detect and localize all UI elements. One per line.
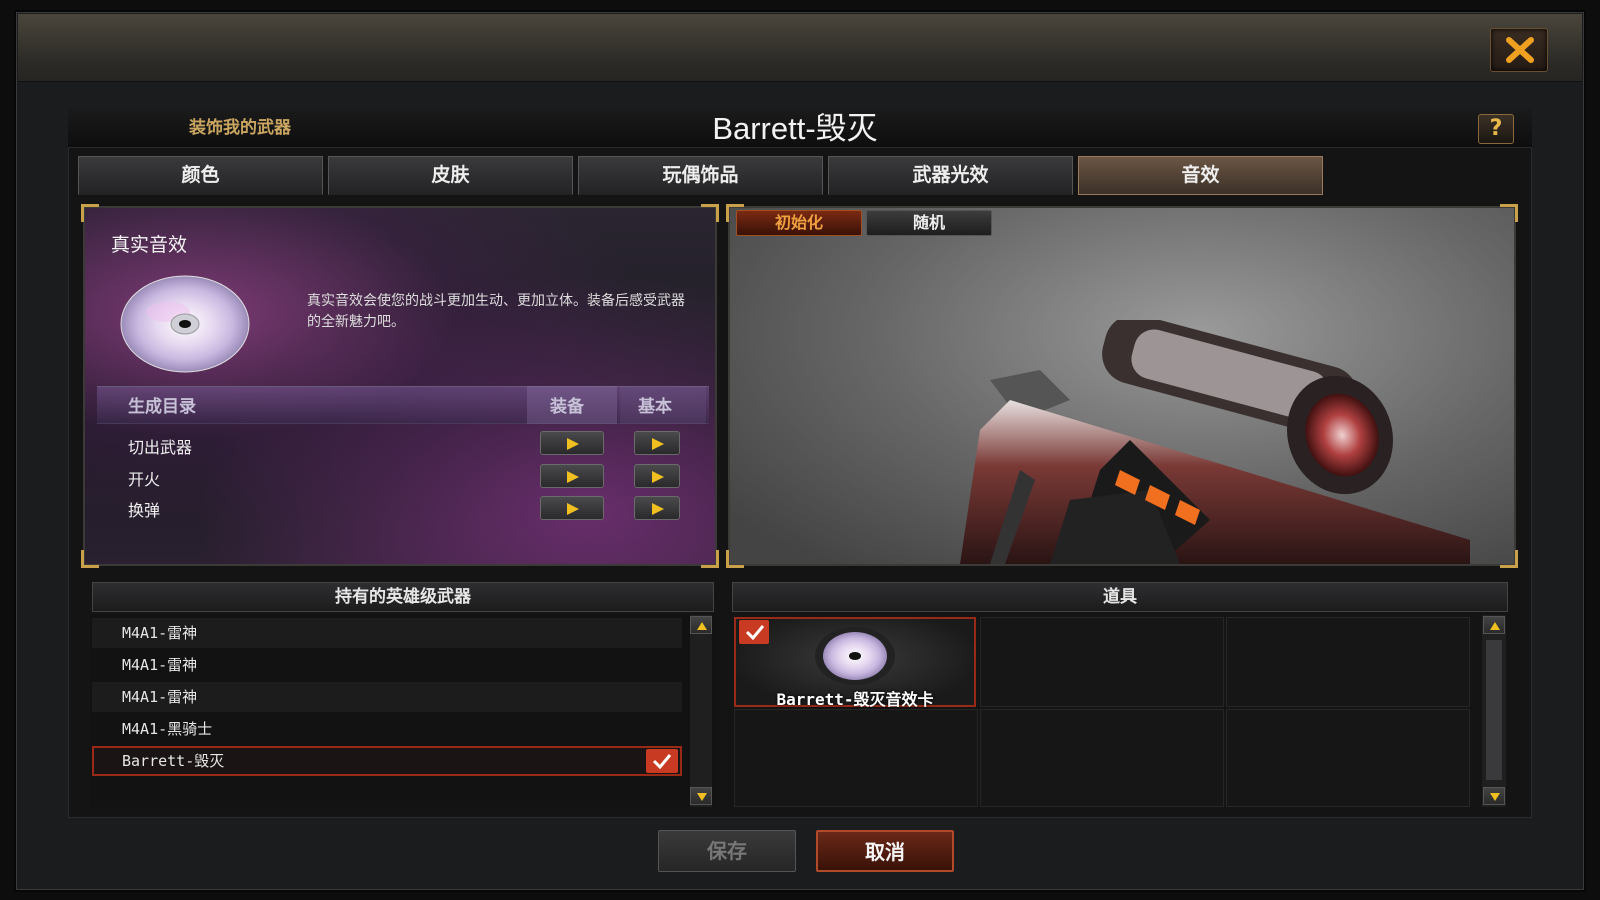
item-slot-empty[interactable] [980, 617, 1224, 707]
sound-row-label: 换弹 [128, 501, 161, 520]
panel-corner [81, 204, 99, 222]
arrow-down-icon [697, 793, 707, 801]
play-icon [567, 503, 579, 515]
equip-column-label: 装备 [550, 397, 584, 417]
weapon-list-item[interactable]: M4A1-雷神 [92, 682, 682, 712]
item-slot-empty[interactable] [980, 709, 1224, 807]
weapon-list-item-selected[interactable]: Barrett-毁灭 [92, 746, 682, 776]
weapon-list-item[interactable]: M4A1-雷神 [92, 618, 682, 648]
items-header: 道具 [732, 582, 1508, 612]
panel-corner [701, 550, 719, 568]
weapon-list-item[interactable]: M4A1-雷神 [92, 650, 682, 680]
panel-corner [701, 204, 719, 222]
arrow-up-icon [697, 622, 707, 630]
scroll-up-button[interactable] [690, 616, 712, 634]
sound-disc-icon [120, 275, 250, 373]
weapon-title: Barrett-毁灭 [712, 111, 878, 146]
close-icon [1506, 37, 1534, 63]
panel-corner [81, 550, 99, 568]
save-button[interactable]: 保存 [658, 830, 796, 872]
play-icon [652, 438, 664, 450]
item-card-label: Barrett-毁灭音效卡 [776, 690, 934, 709]
scroll-down-button[interactable] [1483, 787, 1505, 805]
barrett-rifle-image [960, 320, 1470, 564]
sound-disc-icon [815, 627, 895, 685]
tab-sound-effect[interactable]: 音效 [1078, 156, 1323, 195]
play-icon [567, 438, 579, 450]
close-button[interactable] [1490, 28, 1548, 72]
play-equip-button[interactable] [540, 496, 604, 520]
panel-corner [726, 550, 744, 568]
weapon-list-scrollbar[interactable] [690, 615, 712, 807]
scroll-down-button[interactable] [690, 787, 712, 805]
item-slot-empty[interactable] [1226, 709, 1470, 807]
play-icon [567, 471, 579, 483]
cancel-button[interactable]: 取消 [816, 830, 954, 872]
reset-button[interactable]: 初始化 [736, 210, 862, 236]
item-checked-badge [739, 620, 769, 644]
basic-column-label: 基本 [638, 397, 672, 417]
arrow-down-icon [1490, 793, 1500, 801]
dialog-subtitle: 装饰我的武器 [189, 118, 291, 138]
arrow-up-icon [1490, 622, 1500, 630]
check-icon [652, 754, 672, 769]
play-basic-button[interactable] [634, 431, 680, 455]
scroll-up-button[interactable] [1483, 616, 1505, 634]
random-button[interactable]: 随机 [866, 210, 992, 236]
tab-doll-ornament[interactable]: 玩偶饰品 [578, 156, 823, 195]
play-basic-button[interactable] [634, 496, 680, 520]
hero-weapons-header: 持有的英雄级武器 [92, 582, 714, 612]
dialog-titlebar [18, 14, 1582, 82]
play-equip-button[interactable] [540, 431, 604, 455]
selected-checkmark [646, 749, 678, 773]
list-header-label: 生成目录 [128, 397, 196, 417]
item-slot-empty[interactable] [734, 709, 978, 807]
sound-row-label: 开火 [128, 470, 161, 489]
tab-color[interactable]: 颜色 [78, 156, 323, 195]
check-icon [745, 625, 765, 640]
tab-weapon-glow[interactable]: 武器光效 [828, 156, 1073, 195]
sound-description: 真实音效会使您的战斗更加生动、更加立体。装备后感受武器的全新魅力吧。 [307, 293, 685, 330]
play-icon [652, 503, 664, 515]
play-equip-button[interactable] [540, 464, 604, 488]
play-icon [652, 471, 664, 483]
help-button[interactable]: ? [1478, 114, 1514, 144]
items-scroll-thumb[interactable] [1486, 640, 1502, 780]
sound-row-label: 切出武器 [128, 438, 193, 457]
panel-corner [1500, 204, 1518, 222]
weapon-list-item[interactable]: M4A1-黑骑士 [92, 714, 682, 744]
sound-panel-title: 真实音效 [111, 234, 188, 256]
play-basic-button[interactable] [634, 464, 680, 488]
item-slot-empty[interactable] [1226, 617, 1470, 707]
tab-skin[interactable]: 皮肤 [328, 156, 573, 195]
